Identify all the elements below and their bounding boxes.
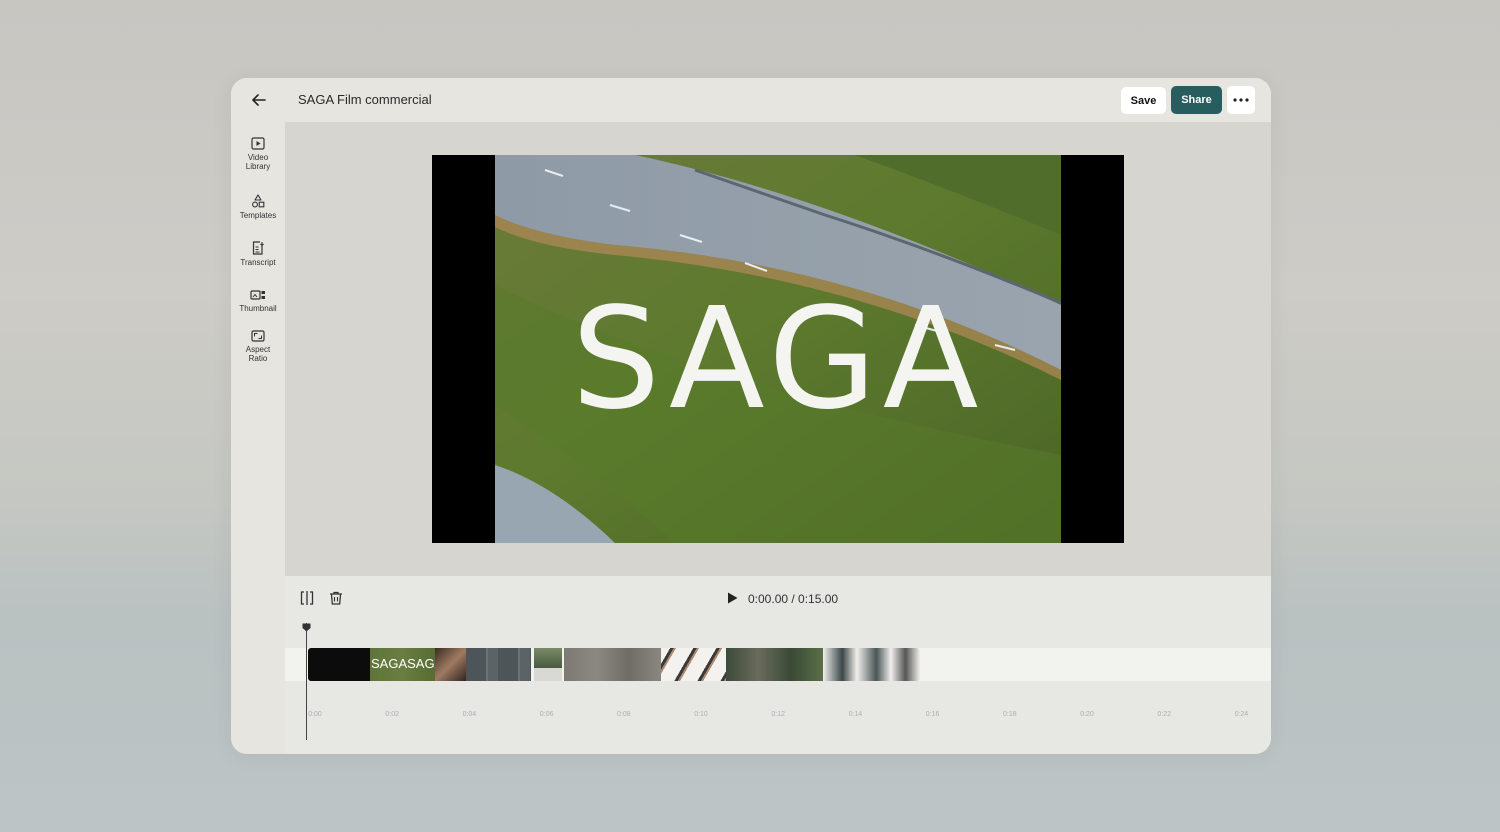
aspect-ratio-icon: [251, 330, 265, 342]
ruler-tick-label: 0:08: [616, 711, 631, 718]
save-button[interactable]: Save: [1121, 87, 1166, 114]
timeline-clip[interactable]: SAGASAGA: [370, 648, 435, 681]
preview-stage: SAGA: [285, 122, 1271, 576]
playhead-handle[interactable]: [302, 619, 311, 632]
ruler-tick-label: 0:20: [1080, 711, 1094, 718]
delete-clip-button[interactable]: [328, 590, 344, 606]
project-title: SAGA Film commercial: [298, 92, 432, 107]
timeline-panel: 0:00.00 / 0:15.00 SAGASAGA 0:00 0:02 0:04 0…: [285, 576, 1271, 754]
ruler-tick-label: 0:10: [694, 711, 708, 718]
shapes-icon: [252, 194, 265, 208]
clip-title-overlay: SAGASAGA: [371, 656, 435, 671]
sidebar-item-video-library[interactable]: Video Library: [231, 137, 285, 171]
timeline-clip[interactable]: [308, 648, 370, 681]
ruler-tick-label: 0:14: [848, 711, 863, 718]
top-bar: SAGA Film commercial Save Share: [231, 78, 1271, 122]
video-preview[interactable]: SAGA: [432, 155, 1124, 543]
ruler-tick-label: 0:02: [385, 711, 399, 718]
timeline-clip[interactable]: [466, 648, 531, 681]
split-clip-button[interactable]: [299, 590, 315, 606]
ruler-tick-label: 0:24: [1234, 711, 1249, 718]
trash-icon: [330, 591, 342, 605]
sidebar-label: Transcript: [240, 258, 276, 267]
timeline-clip[interactable]: [726, 648, 823, 681]
back-button[interactable]: [247, 88, 271, 112]
thumbnail-icon: [250, 290, 265, 300]
video-library-icon: [251, 137, 265, 150]
more-options-button[interactable]: [1227, 86, 1255, 114]
timeline-clip[interactable]: [661, 648, 726, 681]
timeline-clip[interactable]: [534, 648, 562, 681]
sidebar-label: Templates: [239, 211, 277, 220]
playhead[interactable]: [306, 623, 307, 740]
ruler-tick-label: 0:06: [539, 711, 554, 718]
play-icon: [728, 592, 738, 604]
video-frame-image: SAGA: [495, 155, 1061, 543]
sidebar-item-transcript[interactable]: Transcript: [231, 241, 285, 267]
ruler-tick-label: 0:04: [462, 711, 477, 718]
ruler-tick-label: 0:18: [1002, 711, 1017, 718]
editor-window: SAGA Film commercial Save Share Video Lib…: [231, 78, 1271, 754]
sidebar-label: Video Library: [245, 153, 271, 171]
video-title-overlay: SAGA: [571, 278, 985, 441]
ellipsis-icon: [1233, 98, 1249, 102]
timeline-clip[interactable]: [564, 648, 661, 681]
transcript-icon: [252, 241, 264, 255]
split-icon: [300, 591, 314, 605]
ruler-tick-label: 0:22: [1157, 711, 1171, 718]
clip-track[interactable]: SAGASAGA: [285, 648, 1271, 681]
play-button[interactable]: [725, 591, 739, 605]
timeline-clip[interactable]: [435, 648, 466, 681]
tool-sidebar: Video Library Templates Transcript Thumb…: [231, 122, 285, 754]
ruler-tick-label: 0:12: [771, 711, 785, 718]
ruler-tick-label: 0:00: [308, 711, 322, 718]
ruler-tick-label: 0:16: [925, 711, 940, 718]
sidebar-label: Aspect Ratio: [245, 345, 271, 363]
sidebar-item-aspect-ratio[interactable]: Aspect Ratio: [231, 330, 285, 363]
arrow-left-icon: [252, 94, 266, 106]
share-button[interactable]: Share: [1171, 86, 1222, 114]
sidebar-label: Thumbnail: [239, 304, 277, 313]
sidebar-item-thumbnail[interactable]: Thumbnail: [231, 289, 285, 313]
timeline-clip[interactable]: [823, 648, 920, 681]
timecode: 0:00.00 / 0:15.00: [748, 592, 839, 606]
sidebar-item-templates[interactable]: Templates: [231, 194, 285, 220]
